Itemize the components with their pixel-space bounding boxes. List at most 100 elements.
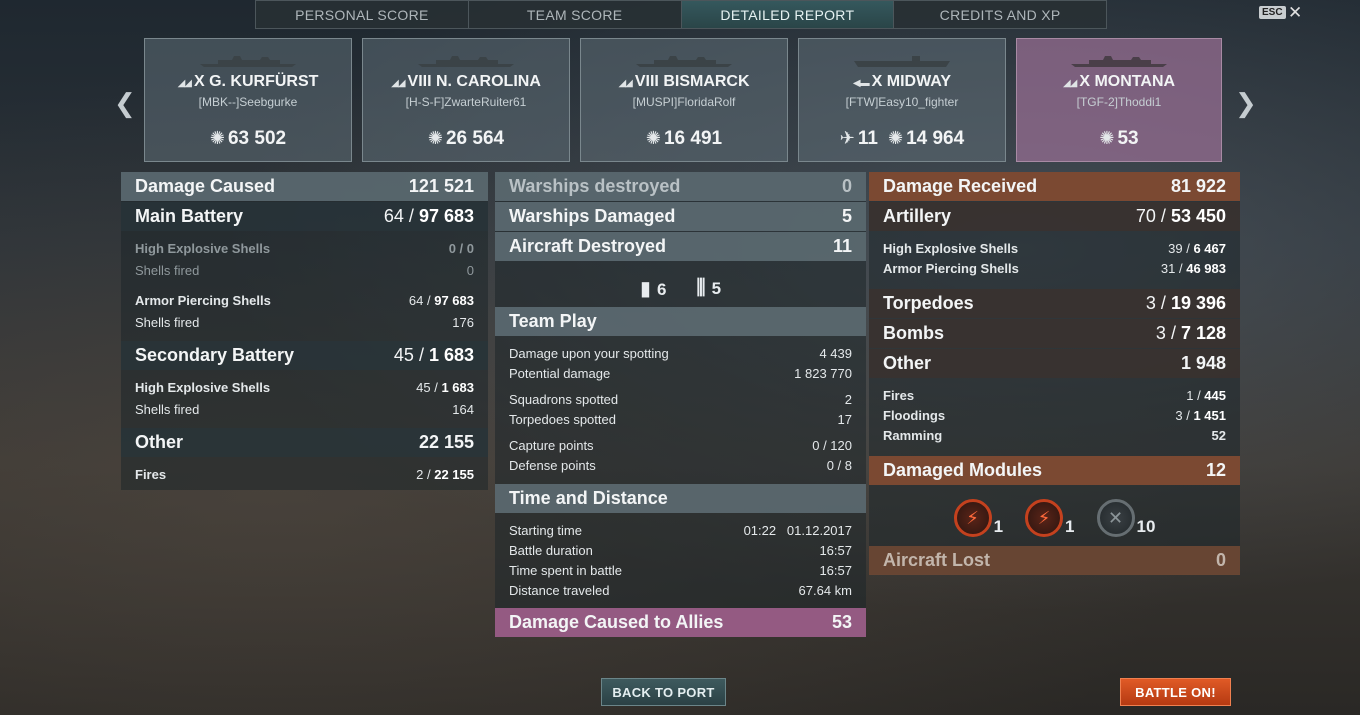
row-label: Defense points [509, 457, 596, 473]
row-label: Starting time [509, 522, 582, 538]
ship-name: MONTANA [1094, 73, 1176, 90]
tab-team-score[interactable]: TEAM SCORE [469, 1, 682, 28]
ship-tier: X [1079, 73, 1091, 90]
torpedo-ribbon-icon: ▮ [639, 277, 651, 300]
row-value: 3 / 19 396 [1145, 293, 1226, 313]
ship-class-icon: ◢◢ [1062, 78, 1077, 89]
hits: 3 [1175, 407, 1183, 423]
row-value: 1 948 [1180, 353, 1226, 373]
row-label: Other [135, 432, 184, 452]
ship-name: N. CAROLINA [435, 73, 541, 90]
aircraft-destroyed-row: Aircraft Destroyed 11 [495, 232, 866, 261]
row-label: Shells fired [135, 401, 200, 417]
row-label: Squadrons spotted [509, 391, 619, 407]
ship-silhouette-icon [1071, 56, 1167, 67]
module-icons: ⚡ 1 ⚡ 1 ✕ 10 [869, 492, 1240, 544]
row-value: 53 [831, 612, 852, 632]
row-value: 0 / 120 [812, 437, 852, 453]
damage: 1 451 [1193, 407, 1226, 423]
row-value: 45 / 1 683 [416, 379, 474, 395]
row-label: Bombs [883, 323, 945, 343]
stat-row: Shells fired 176 [121, 312, 488, 332]
row-label: Artillery [883, 206, 952, 226]
ship-class-icon: ◢◢ [391, 78, 405, 89]
chevron-right-icon[interactable]: ❯ [1235, 88, 1257, 119]
ship-silhouette-icon [200, 56, 296, 67]
hits: 3 [1155, 323, 1166, 343]
row-value: 164 [452, 401, 474, 417]
row-label: Capture points [509, 437, 594, 453]
ship-name: G. KURFÜRST [209, 73, 319, 90]
turret-destroyed-icon: ✕ [1096, 499, 1135, 537]
ship-name: MIDWAY [886, 73, 952, 90]
hits: 2 [416, 466, 424, 482]
torpedoes-row: Torpedoes 3 / 19 396 [869, 289, 1240, 318]
ribbon-counters: ▮ 6 ⫼ 5 [495, 270, 866, 306]
hits: 64 [408, 292, 424, 308]
stat-row: Armor Piercing Shells 64 / 97 683 [121, 290, 488, 310]
tab-detailed-report[interactable]: DETAILED REPORT [681, 1, 895, 28]
other-row: Other 22 155 [121, 428, 488, 457]
stat-row: Squadrons spotted 2 [495, 389, 866, 409]
hits: 45 [393, 345, 414, 365]
row-label: Time spent in battle [509, 562, 622, 578]
row-value: 16:57 [819, 542, 852, 558]
damage: 6 467 [1193, 240, 1226, 256]
stat-row: Torpedoes spotted 17 [495, 409, 866, 429]
back-to-port-button[interactable]: BACK TO PORT [601, 678, 726, 706]
warships-damaged-row: Warships Damaged 5 [495, 202, 866, 231]
row-label: Aircraft Lost [883, 550, 991, 570]
row-label: Armor Piercing Shells [135, 292, 271, 308]
ship-silhouette-icon [636, 56, 732, 67]
tab-credits-and-xp[interactable]: CREDITS AND XP [894, 1, 1106, 28]
damage: 22 155 [434, 466, 474, 482]
ship-card-own[interactable]: ◢◢ X MONTANA [TGF-2]Thoddi1 ✺ 53 [1016, 38, 1222, 162]
row-label: Aircraft Destroyed [509, 236, 667, 256]
tab-personal-score[interactable]: PERSONAL SCORE [256, 1, 469, 28]
row-label: Potential damage [509, 365, 611, 381]
battle-button[interactable]: BATTLE ON! [1120, 678, 1231, 706]
section-title: Damage Caused [135, 176, 276, 196]
stat-row: Fires 1 / 445 [869, 385, 1240, 405]
time-distance-header: Time and Distance [495, 484, 866, 513]
close-icon[interactable]: ✕ [1288, 3, 1302, 23]
module-count: 10 [1136, 517, 1156, 536]
row-value: 4 439 [819, 345, 852, 361]
row-value: 176 [452, 314, 474, 330]
engine-damaged-icon: ⚡ [953, 499, 992, 537]
module-item: ⚡ 1 [953, 499, 1004, 537]
team-play-header: Team Play [495, 307, 866, 336]
row-value: 01:22 01.12.2017 [743, 522, 852, 538]
ship-damage: 26 564 [445, 128, 505, 149]
esc-key-badge[interactable]: ESC [1259, 6, 1286, 19]
ship-card[interactable]: ◢◢ VIII N. CAROLINA [H-S-F]ZwarteRuiter61… [362, 38, 570, 162]
ship-card[interactable]: ◢◢ VIII BISMARCK [MUSPI]FloridaRolf ✺ 16 4… [580, 38, 788, 162]
row-value: 0 [841, 176, 852, 196]
row-label: Main Battery [135, 206, 244, 226]
main-battery-row: Main Battery 64 / 97 683 [121, 202, 488, 231]
secondary-battery-row: Secondary Battery 45 / 1 683 [121, 341, 488, 370]
row-value: 2 / 22 155 [416, 466, 474, 482]
module-count: 1 [993, 517, 1004, 536]
ship-card[interactable]: ◢◢ X G. KURFÜRST [MBK--]Seebgurke ✺ 63 502 [144, 38, 352, 162]
row-value: 3 / 1 451 [1175, 407, 1226, 423]
row-label: Ramming [883, 427, 943, 443]
row-value: 52 [1211, 427, 1226, 443]
row-value: 16:57 [819, 562, 852, 578]
row-value: 31 / 46 983 [1160, 260, 1226, 276]
row-label: High Explosive Shells [883, 240, 1019, 256]
row-value: 2 [844, 391, 852, 407]
stat-row: Defense points 0 / 8 [495, 455, 866, 475]
ribbon-count: 6 [656, 279, 667, 299]
ship-class-icon: ◀▬ [852, 78, 870, 89]
hits: 1 [1186, 387, 1194, 403]
row-value: 0 [1215, 550, 1226, 570]
hits: 3 [1145, 293, 1156, 313]
report-tabs: PERSONAL SCORE TEAM SCORE DETAILED REPOR… [255, 0, 1107, 29]
damage-received-header: Damage Received 81 922 [869, 172, 1240, 201]
damage: 7 128 [1180, 323, 1226, 343]
player-name: [MBK--]Seebgurke [198, 95, 298, 109]
chevron-left-icon[interactable]: ❮ [114, 88, 136, 119]
row-label: Damage upon your spotting [509, 345, 669, 361]
ship-card[interactable]: ◀▬ X MIDWAY [FTW]Easy10_fighter ✈ 11 ✺ 14 96… [798, 38, 1006, 162]
